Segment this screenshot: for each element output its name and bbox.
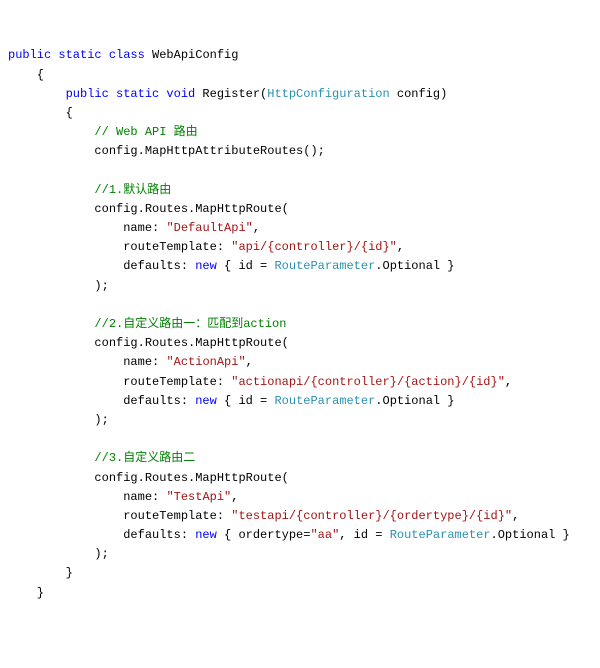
code-segment: , [253,221,260,235]
type-name: HttpConfiguration [267,87,389,101]
method-name: Register( [195,87,267,101]
code-segment: .Optional } [375,259,454,273]
keyword: public static class [8,48,145,62]
code-segment: , id = [339,528,389,542]
code-segment: name: [8,221,166,235]
class-name: WebApiConfig [145,48,239,62]
string-literal: "testapi/{controller}/{ordertype}/{id}" [231,509,512,523]
code-line: config.Routes.MapHttpRoute( [8,471,289,485]
code-segment: name: [8,490,166,504]
code-segment: , [231,490,238,504]
string-literal: "DefaultApi" [166,221,252,235]
keyword: public static void [66,87,196,101]
code-segment: defaults: [8,528,195,542]
string-literal: "aa" [310,528,339,542]
close-brace: } [8,566,73,580]
keyword: new [195,394,224,408]
code-segment: { ordertype= [224,528,310,542]
open-brace: { [8,106,73,120]
code-segment: name: [8,355,166,369]
string-literal: "api/{controller}/{id}" [231,240,397,254]
keyword: new [195,528,224,542]
code-line: config.Routes.MapHttpRoute( [8,336,289,350]
indent [8,317,94,331]
type-name: RouteParameter [274,394,375,408]
code-segment: defaults: [8,259,195,273]
type-name: RouteParameter [390,528,491,542]
code-segment: , [397,240,404,254]
code-segment: defaults: [8,394,195,408]
comment: //1.默认路由 [94,183,171,197]
comment: // Web API 路由 [94,125,197,139]
code-segment: .Optional } [491,528,570,542]
code-line: ); [8,547,109,561]
string-literal: "ActionApi" [166,355,245,369]
code-segment: , [505,375,512,389]
comment: //2.自定义路由一：匹配到action [94,317,286,331]
code-segment: routeTemplate: [8,509,231,523]
close-brace: } [8,586,44,600]
open-brace: { [8,68,44,82]
string-literal: "actionapi/{controller}/{action}/{id}" [231,375,505,389]
code-segment: { id = [224,394,274,408]
indent [8,183,94,197]
param: config) [390,87,448,101]
keyword: new [195,259,224,273]
code-segment: , [246,355,253,369]
code-line: ); [8,413,109,427]
code-segment: .Optional } [375,394,454,408]
string-literal: "TestApi" [166,490,231,504]
code-segment: { id = [224,259,274,273]
type-name: RouteParameter [274,259,375,273]
code-segment: , [512,509,519,523]
code-segment: routeTemplate: [8,240,231,254]
indent [8,87,66,101]
code-line: ); [8,279,109,293]
code-line: config.Routes.MapHttpRoute( [8,202,289,216]
indent [8,125,94,139]
code-block: public static class WebApiConfig { publi… [8,46,592,602]
code-line: config.MapHttpAttributeRoutes(); [8,144,325,158]
comment: //3.自定义路由二 [94,451,195,465]
code-segment: routeTemplate: [8,375,231,389]
indent [8,451,94,465]
